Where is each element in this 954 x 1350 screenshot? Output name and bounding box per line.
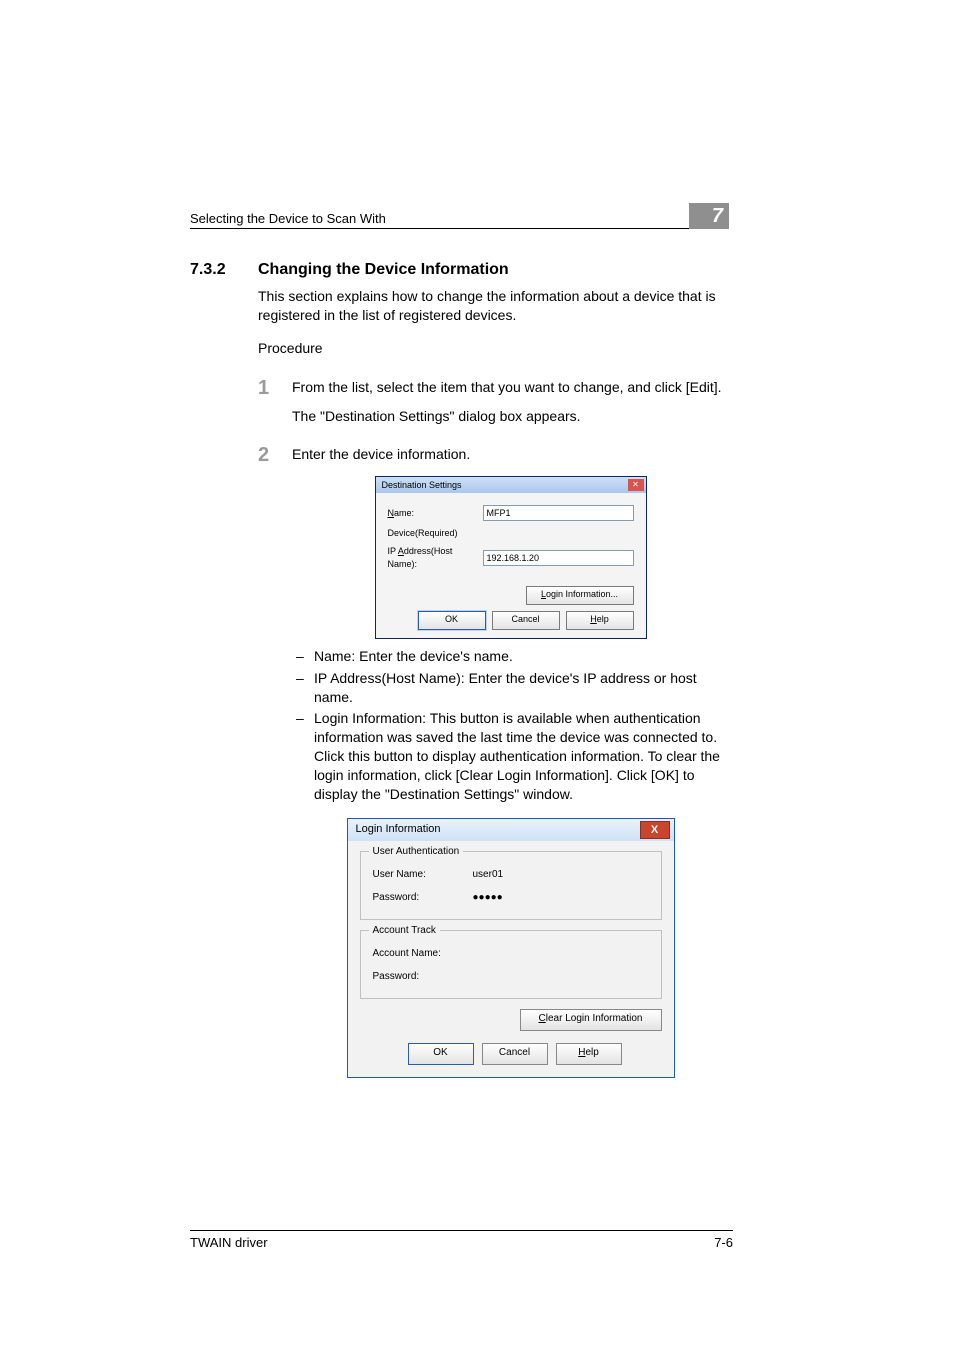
bullet-name: Name: Enter the device's name. bbox=[292, 647, 729, 666]
bullet-login-info: Login Information: This button is availa… bbox=[292, 709, 729, 803]
device-required-label: Device(Required) bbox=[388, 527, 483, 539]
password-label: Password: bbox=[373, 891, 473, 905]
step-2-text: Enter the device information. bbox=[292, 445, 729, 464]
login-information-dialog: Login Information X User Authentication … bbox=[347, 818, 675, 1078]
dialog1-titlebar: Destination Settings ✕ bbox=[376, 477, 646, 493]
ip-address-label: IP Address(Host Name): bbox=[388, 545, 483, 569]
clear-login-information-button[interactable]: Clear Login Information bbox=[520, 1009, 662, 1031]
step-1-text: From the list, select the item that you … bbox=[292, 378, 729, 397]
close-icon[interactable]: ✕ bbox=[628, 479, 644, 491]
account-track-legend: Account Track bbox=[369, 924, 440, 938]
step-number-1: 1 bbox=[258, 378, 292, 426]
dialog1-title: Destination Settings bbox=[382, 479, 628, 491]
section-number: 7.3.2 bbox=[190, 261, 258, 279]
cancel-button[interactable]: Cancel bbox=[492, 611, 560, 630]
cancel-button[interactable]: Cancel bbox=[482, 1043, 548, 1065]
name-label: Name: bbox=[388, 507, 483, 519]
step-number-2: 2 bbox=[258, 445, 292, 1077]
destination-settings-dialog: Destination Settings ✕ Name: MFP1 Device… bbox=[375, 476, 647, 638]
section-intro: This section explains how to change the … bbox=[258, 287, 729, 325]
user-authentication-group: User Authentication User Name: user01 Pa… bbox=[360, 851, 662, 920]
procedure-label: Procedure bbox=[258, 339, 729, 358]
section-title: Changing the Device Information bbox=[258, 261, 509, 279]
close-icon[interactable]: X bbox=[640, 821, 670, 839]
footer-left: TWAIN driver bbox=[190, 1235, 714, 1250]
dialog2-titlebar: Login Information X bbox=[348, 819, 674, 841]
login-information-button[interactable]: Login Information... bbox=[526, 586, 634, 605]
ok-button[interactable]: OK bbox=[408, 1043, 474, 1065]
password-value: ●●●●● bbox=[473, 891, 649, 905]
user-name-value: user01 bbox=[473, 868, 649, 882]
help-button[interactable]: Help bbox=[556, 1043, 622, 1065]
ip-address-input[interactable]: 192.168.1.20 bbox=[483, 550, 634, 566]
bullet-ip: IP Address(Host Name): Enter the device'… bbox=[292, 669, 729, 707]
footer-page-number: 7-6 bbox=[714, 1235, 733, 1250]
at-password-label: Password: bbox=[373, 970, 473, 984]
user-authentication-legend: User Authentication bbox=[369, 845, 464, 859]
page-header: Selecting the Device to Scan With 7 bbox=[190, 200, 729, 229]
ok-button[interactable]: OK bbox=[418, 611, 486, 630]
step-1-subtext: The "Destination Settings" dialog box ap… bbox=[292, 407, 729, 426]
header-title: Selecting the Device to Scan With bbox=[190, 211, 689, 226]
section-heading: 7.3.2 Changing the Device Information bbox=[190, 261, 729, 279]
chapter-number-badge: 7 bbox=[689, 203, 729, 229]
account-track-group: Account Track Account Name: Password: bbox=[360, 930, 662, 999]
dialog2-title: Login Information bbox=[356, 822, 640, 837]
name-input[interactable]: MFP1 bbox=[483, 505, 634, 521]
help-button[interactable]: Help bbox=[566, 611, 634, 630]
account-name-label: Account Name: bbox=[373, 947, 473, 961]
user-name-label: User Name: bbox=[373, 868, 473, 882]
page-footer: TWAIN driver 7-6 bbox=[190, 1230, 733, 1250]
